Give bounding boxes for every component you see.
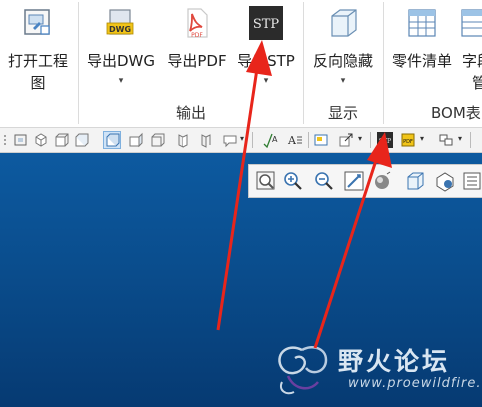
toolbar-dropdown[interactable]: ▾ xyxy=(420,134,424,143)
watermark-url: www.proewildfire.cn xyxy=(348,376,482,391)
layout-icon[interactable] xyxy=(313,132,329,148)
reverse-hide-label: 反向隐藏 xyxy=(312,52,373,70)
stp-toolbar-text: STP xyxy=(379,138,391,145)
export-dwg-label: 导出DWG xyxy=(86,52,155,70)
dimension-icon-text: A xyxy=(272,135,278,144)
text-icon[interactable]: A xyxy=(287,132,303,148)
fit-view-icon[interactable] xyxy=(343,170,365,192)
view-icon[interactable] xyxy=(13,132,29,148)
pdf-file-icon: PDF xyxy=(187,8,208,39)
parts-list-button[interactable]: 零件清单 xyxy=(386,4,458,104)
cube-back-icon[interactable] xyxy=(198,132,214,148)
cube-shaded-icon[interactable] xyxy=(103,131,121,149)
toolbar-separator xyxy=(308,132,309,148)
reverse-hide-icon xyxy=(331,9,357,37)
zoom-out-icon[interactable] xyxy=(313,170,335,192)
field-manager-icon xyxy=(461,9,482,37)
parts-list-icon xyxy=(408,9,436,37)
open-drawing-icon xyxy=(24,9,50,35)
export-pdf-button[interactable]: PDF 导出PDF xyxy=(162,4,232,104)
cube-iso-icon[interactable] xyxy=(33,132,49,148)
cube-left-icon[interactable] xyxy=(175,132,191,148)
toolbar-separator xyxy=(370,132,371,148)
toolbar-separator xyxy=(252,132,253,148)
export-icon[interactable] xyxy=(338,132,354,148)
forum-watermark: 野火论坛 www.proewildfire.cn xyxy=(268,336,482,407)
display-style-icon[interactable] xyxy=(434,170,456,192)
pdf-icon-text: PDF xyxy=(191,32,203,39)
toolbar-dropdown[interactable]: ▾ xyxy=(240,134,244,143)
field-manager-button[interactable]: 字段 管 xyxy=(460,4,482,104)
section-view-icon[interactable] xyxy=(461,170,482,192)
toolbar-separator xyxy=(470,132,471,148)
export-stp-label: 导出STP xyxy=(237,52,295,70)
export-dwg-dropdown[interactable]: ▾ xyxy=(119,76,124,86)
cube-front-icon[interactable] xyxy=(53,132,69,148)
stp-icon-text: STP xyxy=(253,17,280,32)
stp-icon[interactable]: STP xyxy=(377,132,393,148)
render-icon[interactable] xyxy=(371,170,393,192)
group-label-display: 显示 xyxy=(328,104,359,122)
zoom-window-icon[interactable] xyxy=(255,170,277,192)
split-icon[interactable] xyxy=(438,132,454,148)
watermark-title: 野火论坛 xyxy=(338,347,451,376)
zoom-in-icon[interactable] xyxy=(282,170,304,192)
reverse-hide-dropdown[interactable]: ▾ xyxy=(341,76,346,86)
cube-right-icon[interactable] xyxy=(149,132,165,148)
field-manager-label-1: 字段 xyxy=(462,52,482,70)
export-pdf-label: 导出PDF xyxy=(167,52,227,70)
cube-top-icon[interactable] xyxy=(73,132,89,148)
open-drawing-button[interactable]: 打开工程 图 xyxy=(4,4,72,104)
export-stp-button[interactable]: STP 导出STP ▾ xyxy=(234,4,298,104)
ribbon-separator xyxy=(383,2,384,124)
export-stp-dropdown[interactable]: ▾ xyxy=(264,76,269,86)
view-toolbar xyxy=(248,164,482,198)
open-drawing-label-2: 图 xyxy=(30,74,46,92)
text-icon-text: A xyxy=(287,134,297,147)
cube-wire-icon[interactable] xyxy=(127,132,143,148)
toolbar-grip-icon xyxy=(4,135,6,145)
group-label-bom: BOM表 xyxy=(431,104,481,122)
pdf-toolbar-text: PDF xyxy=(403,139,413,145)
pdf-icon[interactable]: PDF xyxy=(400,132,416,148)
model-canvas[interactable]: 野火论坛 www.proewildfire.cn xyxy=(0,153,482,407)
ribbon: 打开工程 图 DWG 导出DWG ▾ PDF 导出PDF STP 导出STP ▾… xyxy=(0,0,482,128)
note-icon[interactable] xyxy=(222,132,238,148)
shaded-view-icon[interactable] xyxy=(404,170,426,192)
export-dwg-button[interactable]: DWG 导出DWG ▾ xyxy=(83,4,159,104)
quick-toolbar: ▾ A A ▾ STP PDF ▾ ▾ xyxy=(0,128,482,153)
ribbon-separator xyxy=(78,2,79,124)
open-drawing-label-1: 打开工程 xyxy=(7,52,68,70)
toolbar-dropdown[interactable]: ▾ xyxy=(358,134,362,143)
toolbar-dropdown[interactable]: ▾ xyxy=(458,134,462,143)
watermark-logo-icon xyxy=(278,346,328,395)
field-manager-label-2: 管 xyxy=(472,74,482,92)
stp-file-icon: STP xyxy=(249,6,283,40)
ribbon-separator xyxy=(303,2,304,124)
dwg-icon-text: DWG xyxy=(109,25,131,34)
parts-list-label: 零件清单 xyxy=(391,52,452,70)
group-label-output: 输出 xyxy=(176,104,207,122)
dwg-file-icon: DWG xyxy=(106,9,134,35)
reverse-hide-button[interactable]: 反向隐藏 ▾ xyxy=(307,4,379,104)
dimension-icon[interactable]: A xyxy=(262,132,278,148)
